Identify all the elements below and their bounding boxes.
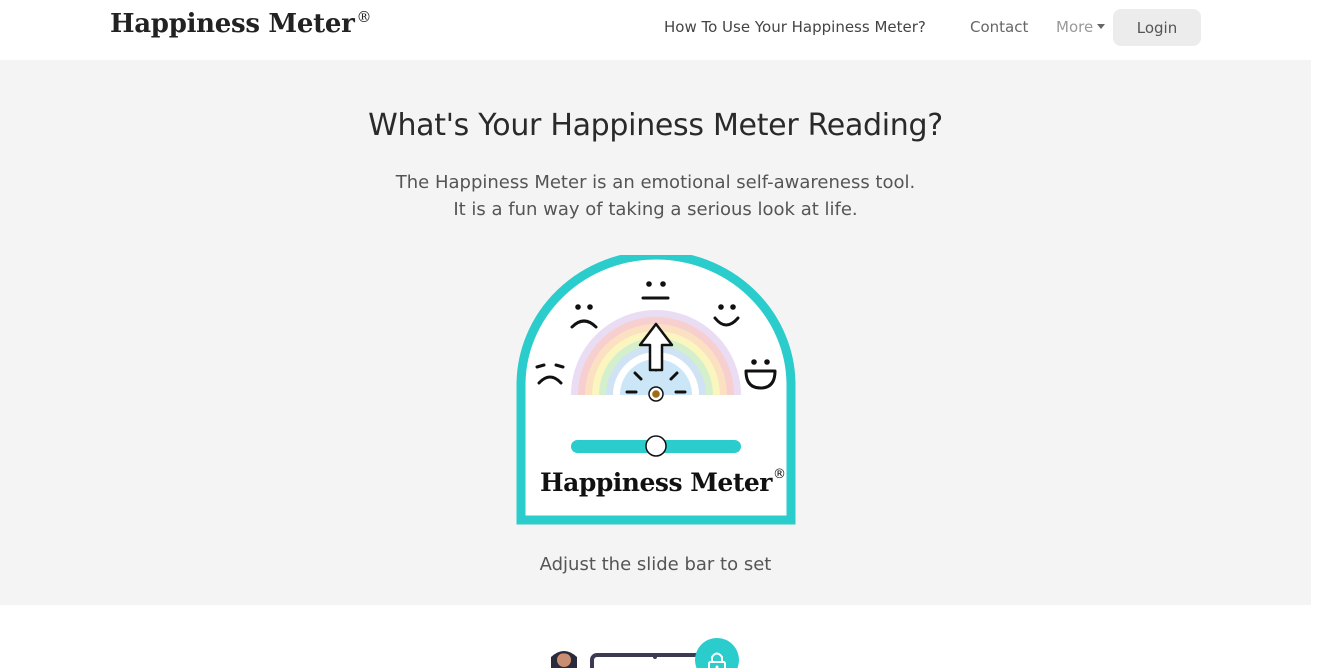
more-label: More [1056, 18, 1094, 36]
login-illustration [551, 638, 739, 672]
hero-lead-line-2: It is a fun way of taking a serious look… [453, 199, 858, 220]
brand-name: Happiness Meter [110, 9, 355, 39]
login-button[interactable]: Login [1113, 9, 1201, 46]
meter-logo-text: Happiness Meter [540, 468, 773, 497]
registered-mark: ® [356, 8, 372, 26]
scrollbar-gutter [1311, 0, 1326, 668]
nav-dropdown-more[interactable]: More [1056, 18, 1106, 36]
brand-logo[interactable]: Happiness Meter ® [110, 8, 371, 39]
slider-hint: Adjust the slide bar to set [539, 554, 772, 575]
slider-thumb[interactable] [645, 435, 667, 457]
person-illustration [551, 651, 577, 668]
meter-graphic: Happiness Meter ® [516, 250, 796, 525]
hero-lead-line-1: The Happiness Meter is an emotional self… [395, 172, 916, 193]
hero-title: What's Your Happiness Meter Reading? [368, 108, 943, 143]
hero-section: What's Your Happiness Meter Reading? The… [0, 60, 1311, 605]
top-navbar: Happiness Meter ® How To Use Your Happine… [0, 0, 1311, 60]
meter-logo-mark: ® [773, 467, 786, 482]
lower-section [0, 605, 1311, 672]
caret-down-icon [1097, 24, 1106, 29]
happiness-meter-widget: Happiness Meter ® [516, 250, 796, 525]
dial-hub-center [652, 390, 660, 398]
nav-link-how-to-use[interactable]: How To Use Your Happiness Meter? [664, 18, 926, 36]
laptop-screen [590, 653, 704, 672]
nav-link-contact[interactable]: Contact [970, 18, 1028, 36]
